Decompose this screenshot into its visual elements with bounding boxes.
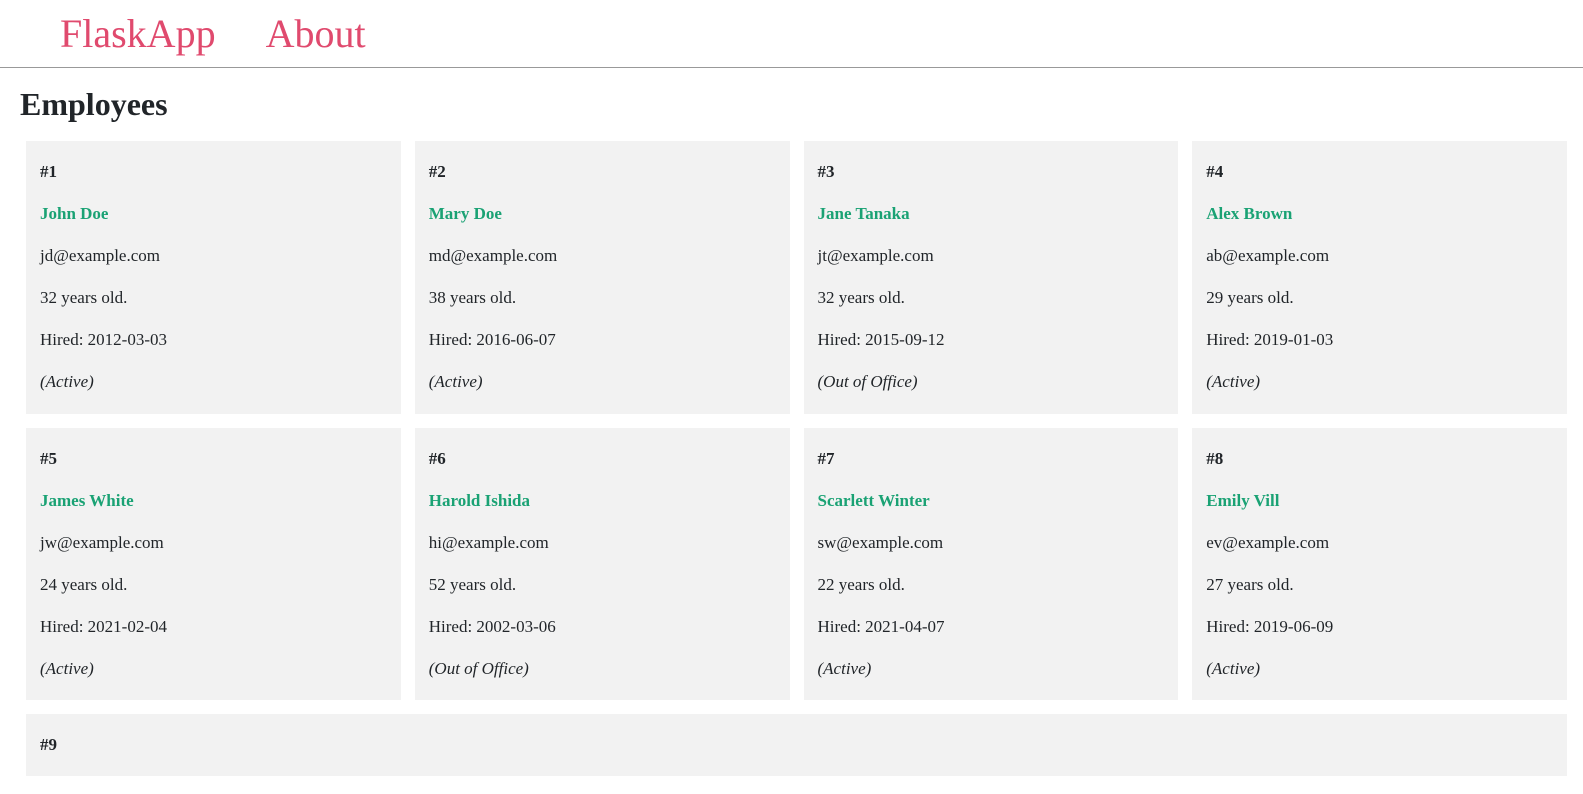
employee-name: James White xyxy=(40,490,387,512)
employee-status: (Out of Office) xyxy=(818,371,1165,393)
employee-age: 32 years old. xyxy=(818,287,1165,309)
employee-name: Mary Doe xyxy=(429,203,776,225)
employee-email: sw@example.com xyxy=(818,532,1165,554)
employee-name: Jane Tanaka xyxy=(818,203,1165,225)
employee-card: #3 Jane Tanaka jt@example.com 32 years old.… xyxy=(804,141,1179,414)
employee-hired: Hired: 2002-03-06 xyxy=(429,616,776,638)
about-link[interactable]: About xyxy=(266,10,366,57)
employee-grid: #1 John Doe jd@example.com 32 years old. Hir… xyxy=(20,141,1573,776)
employee-id: #6 xyxy=(429,448,776,470)
employee-status: (Active) xyxy=(429,371,776,393)
employee-status: (Out of Office) xyxy=(429,658,776,680)
employee-card: #2 Mary Doe md@example.com 38 years old. Hir… xyxy=(415,141,790,414)
employee-hired: Hired: 2021-04-07 xyxy=(818,616,1165,638)
employee-hired: Hired: 2016-06-07 xyxy=(429,329,776,351)
employee-name: John Doe xyxy=(40,203,387,225)
employee-id: #8 xyxy=(1206,448,1553,470)
employee-hired: Hired: 2012-03-03 xyxy=(40,329,387,351)
employee-age: 29 years old. xyxy=(1206,287,1553,309)
employee-hired: Hired: 2019-01-03 xyxy=(1206,329,1553,351)
employee-email: ab@example.com xyxy=(1206,245,1553,267)
employee-age: 52 years old. xyxy=(429,574,776,596)
employee-status: (Active) xyxy=(40,658,387,680)
employee-id: #5 xyxy=(40,448,387,470)
employee-name: Harold Ishida xyxy=(429,490,776,512)
employee-status: (Active) xyxy=(1206,658,1553,680)
employee-age: 38 years old. xyxy=(429,287,776,309)
brand-link[interactable]: FlaskApp xyxy=(60,10,216,57)
employee-id: #3 xyxy=(818,161,1165,183)
employee-card: #1 John Doe jd@example.com 32 years old. Hir… xyxy=(26,141,401,414)
employee-hired: Hired: 2015-09-12 xyxy=(818,329,1165,351)
employee-name: Emily Vill xyxy=(1206,490,1553,512)
employee-age: 32 years old. xyxy=(40,287,387,309)
employee-age: 22 years old. xyxy=(818,574,1165,596)
employee-hired: Hired: 2021-02-04 xyxy=(40,616,387,638)
employee-status: (Active) xyxy=(1206,371,1553,393)
navbar: FlaskApp About xyxy=(0,0,1583,68)
employee-card: #8 Emily Vill ev@example.com 27 years old. H… xyxy=(1192,428,1567,701)
employee-status: (Active) xyxy=(40,371,387,393)
employee-age: 27 years old. xyxy=(1206,574,1553,596)
employee-id: #9 xyxy=(40,734,1553,756)
employee-name: Alex Brown xyxy=(1206,203,1553,225)
employee-card: #9 xyxy=(26,714,1567,776)
employee-age: 24 years old. xyxy=(40,574,387,596)
page-title: Employees xyxy=(20,86,1573,123)
employee-card: #5 James White jw@example.com 24 years old.… xyxy=(26,428,401,701)
employee-hired: Hired: 2019-06-09 xyxy=(1206,616,1553,638)
employee-card: #6 Harold Ishida hi@example.com 52 years ol… xyxy=(415,428,790,701)
employee-id: #7 xyxy=(818,448,1165,470)
employee-email: hi@example.com xyxy=(429,532,776,554)
employee-email: jw@example.com xyxy=(40,532,387,554)
employee-status: (Active) xyxy=(818,658,1165,680)
employee-email: ev@example.com xyxy=(1206,532,1553,554)
employee-name: Scarlett Winter xyxy=(818,490,1165,512)
main-container: Employees #1 John Doe jd@example.com 32 yea… xyxy=(0,68,1583,794)
employee-email: jd@example.com xyxy=(40,245,387,267)
employee-email: jt@example.com xyxy=(818,245,1165,267)
employee-card: #7 Scarlett Winter sw@example.com 22 years … xyxy=(804,428,1179,701)
employee-id: #1 xyxy=(40,161,387,183)
employee-email: md@example.com xyxy=(429,245,776,267)
employee-id: #4 xyxy=(1206,161,1553,183)
employee-card: #4 Alex Brown ab@example.com 29 years old. H… xyxy=(1192,141,1567,414)
employee-id: #2 xyxy=(429,161,776,183)
